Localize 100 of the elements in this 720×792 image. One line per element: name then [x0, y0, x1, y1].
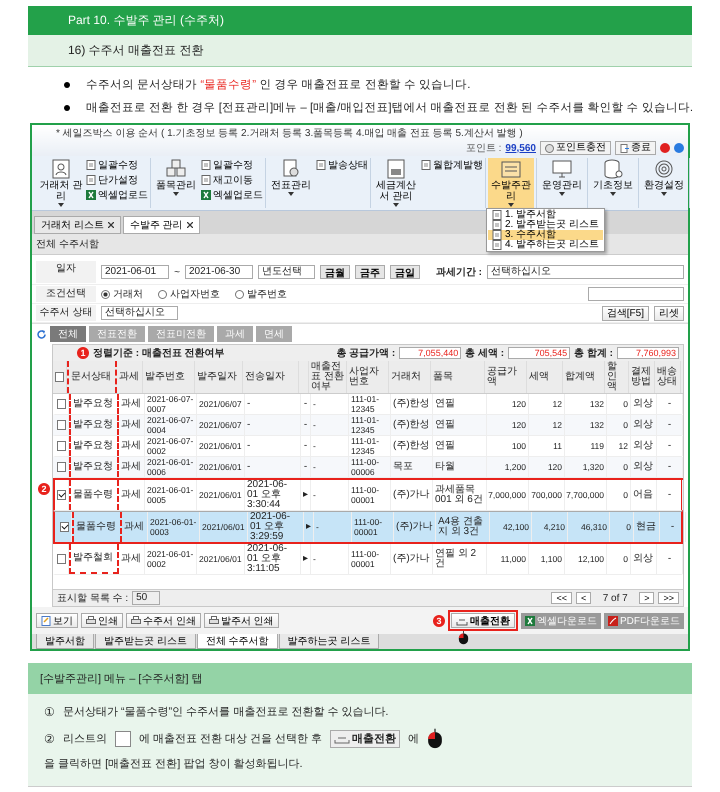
page-size-select[interactable]: 50: [132, 591, 160, 605]
pager-button[interactable]: >: [639, 592, 654, 604]
bottom-tab[interactable]: 발주받는곳 리스트: [95, 634, 196, 649]
checkbox[interactable]: [57, 441, 66, 451]
checkbox[interactable]: [60, 522, 69, 532]
column-header[interactable]: 배송상태: [655, 361, 681, 393]
checkbox[interactable]: [57, 399, 66, 409]
view-button[interactable]: 보기: [36, 613, 78, 628]
search-button[interactable]: 검색[F5]: [602, 306, 649, 320]
document-icon: [421, 160, 431, 170]
ribbon-item[interactable]: 재고이동: [201, 173, 263, 187]
column-header[interactable]: 문서상태: [67, 361, 117, 393]
date-field[interactable]: 2021-06-30: [185, 265, 254, 279]
column-header[interactable]: 사업자번호: [347, 361, 389, 393]
table-cell: 2021/06/01: [200, 512, 248, 542]
ribbon-item[interactable]: 단가설정: [86, 173, 148, 187]
table-cell: 물품수령: [72, 512, 122, 542]
ribbon-item[interactable]: 엑셀업로드: [201, 188, 263, 202]
column-header[interactable]: 공급가액: [485, 361, 527, 393]
help-icon[interactable]: [674, 143, 684, 153]
checkbox[interactable]: [57, 490, 66, 500]
column-header[interactable]: 발주일자: [195, 361, 243, 393]
window-tab[interactable]: 거래처 리스트: [34, 216, 121, 234]
print-button[interactable]: 수주서 인쇄: [126, 613, 201, 628]
column-header[interactable]: 발주번호: [143, 361, 195, 393]
ribbon-button[interactable]: 전표관리: [268, 158, 314, 208]
table-cell: 4,210: [532, 512, 568, 542]
print-button[interactable]: 발주서 인쇄: [204, 613, 279, 628]
ribbon-button[interactable]: 환경설정: [641, 158, 687, 208]
column-header[interactable]: 전송일자: [243, 361, 299, 393]
checkbox[interactable]: [57, 554, 66, 564]
radio-option[interactable]: 사업자번호: [158, 287, 220, 301]
column-header[interactable]: 합계액: [563, 361, 605, 393]
radio-option[interactable]: 발주번호: [235, 287, 287, 301]
ribbon-item[interactable]: 일괄수정: [201, 158, 263, 172]
convert-button[interactable]: 매출전환: [451, 613, 515, 628]
ribbon-item[interactable]: 엑셀업로드: [86, 188, 148, 202]
table-cell: -: [314, 512, 352, 542]
section-title: 16) 수주서 매출전표 전환: [28, 35, 692, 67]
refresh-icon[interactable]: [36, 328, 47, 340]
date-field[interactable]: 2021-06-01: [101, 265, 170, 279]
page-size-label: 표시할 목록 수 :: [57, 592, 128, 605]
table-cell: 132: [565, 394, 607, 414]
checkbox[interactable]: [57, 420, 66, 430]
quick-date-button[interactable]: 금주: [355, 265, 386, 279]
table-cell: 발주요청: [69, 415, 119, 435]
table-cell: 111-00-00001: [349, 544, 391, 574]
ribbon-item[interactable]: 일괄수정: [86, 158, 148, 172]
quick-date-button[interactable]: 금일: [390, 265, 420, 279]
quick-date-button[interactable]: 금월: [320, 265, 350, 279]
charge-button[interactable]: 포인트충전: [540, 141, 611, 155]
table-cell: 과세: [122, 512, 148, 542]
bottom-tab[interactable]: 발주서함: [36, 634, 94, 649]
power-icon[interactable]: [660, 143, 670, 153]
table-cell: 111-00-00001: [352, 512, 394, 542]
column-header[interactable]: 결제방법: [629, 361, 655, 393]
document-icon: [316, 160, 326, 170]
table-cell: 111-00-00006: [349, 457, 391, 477]
bottom-tab[interactable]: 발주하는곳 리스트: [278, 634, 380, 649]
year-select[interactable]: 년도선택: [258, 265, 316, 279]
ribbon-button[interactable]: 수발주관리: [488, 158, 534, 208]
excel-icon: [201, 190, 211, 200]
radio-option[interactable]: 거래처: [101, 287, 143, 301]
ribbon-button[interactable]: 운영관리: [539, 158, 585, 208]
pager-button[interactable]: <<: [551, 592, 572, 604]
column-header[interactable]: 매출전표 전환여부: [309, 361, 347, 393]
window-tab[interactable]: 수발주 관리: [122, 216, 200, 234]
filter-tab[interactable]: 전체: [50, 326, 86, 342]
column-header[interactable]: 품목: [431, 361, 485, 393]
ribbon-button[interactable]: 기초정보: [590, 158, 636, 208]
ribbon-button[interactable]: 품목관리: [153, 158, 199, 208]
column-header[interactable]: 세액: [527, 361, 563, 393]
search-input[interactable]: [588, 287, 684, 301]
document-icon: [41, 616, 51, 626]
reset-button[interactable]: 리셋: [654, 306, 684, 320]
column-header[interactable]: 거래처: [389, 361, 431, 393]
exit-button[interactable]: 종료: [615, 141, 656, 155]
checkbox[interactable]: [55, 372, 64, 382]
status-select[interactable]: 선택하십시오: [101, 306, 178, 320]
points-link[interactable]: 99,560: [505, 142, 536, 154]
table-cell: 7,000,000: [487, 480, 529, 510]
menu-item[interactable]: 3. 수주서함: [488, 230, 603, 240]
close-icon[interactable]: [108, 222, 114, 228]
pager-button[interactable]: >>: [658, 592, 679, 604]
pager-button[interactable]: <: [576, 592, 592, 604]
document-icon: [492, 230, 502, 240]
bottom-tab[interactable]: 전체 수주서함: [196, 634, 278, 649]
close-icon[interactable]: [186, 222, 193, 228]
ribbon-item[interactable]: 발송상태: [316, 158, 368, 172]
total-value: 7,760,993: [617, 347, 679, 359]
print-button[interactable]: 인쇄: [81, 613, 123, 628]
period-select[interactable]: 선택하십시오: [487, 265, 684, 279]
ribbon-button[interactable]: 거래처 관리: [38, 158, 84, 208]
table-cell: 과세: [119, 436, 145, 456]
column-header[interactable]: 할인액: [605, 361, 629, 393]
ribbon-button[interactable]: 세금계산서 관리: [373, 158, 419, 208]
field-label: 조건선택: [36, 286, 96, 302]
checkbox[interactable]: [57, 462, 66, 472]
column-header[interactable]: 과세: [117, 361, 143, 393]
ribbon-item[interactable]: 월합계발행: [421, 158, 483, 172]
